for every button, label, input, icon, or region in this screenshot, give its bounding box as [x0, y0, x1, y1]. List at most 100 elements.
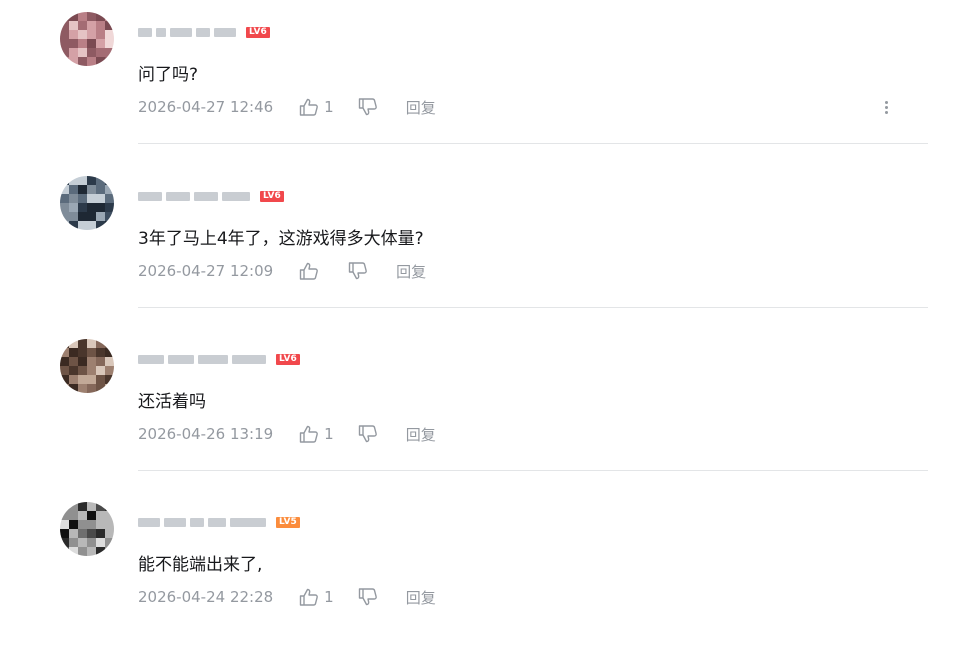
avatar-pixel — [60, 39, 69, 48]
avatar-pixel — [105, 357, 114, 366]
avatar-pixel — [105, 511, 114, 520]
avatar-pixel — [69, 511, 78, 520]
avatar-pixel — [78, 185, 87, 194]
avatar-pixel — [69, 538, 78, 547]
comment-meta: 2026-04-27 12:46 1 回复 — [138, 96, 436, 118]
avatar-pixel — [105, 21, 114, 30]
avatar-pixel — [87, 538, 96, 547]
avatar[interactable] — [60, 176, 114, 230]
avatar-pixel — [96, 529, 105, 538]
avatar-pixel — [60, 203, 69, 212]
avatar-pixel — [87, 176, 96, 185]
avatar-pixel — [60, 538, 69, 547]
thumbs-down-icon — [358, 98, 377, 116]
avatar-pixel — [96, 384, 105, 393]
comment-text: 能不能端出来了, — [138, 555, 263, 575]
avatar[interactable] — [60, 502, 114, 556]
comment-item: LV6 还活着吗 2026-04-26 13:19 1 回复 — [0, 327, 960, 487]
like-button[interactable]: 1 — [299, 98, 334, 116]
comment-text: 还活着吗 — [138, 392, 206, 412]
avatar-pixel — [60, 357, 69, 366]
avatar-pixel — [96, 375, 105, 384]
avatar-pixel — [105, 57, 114, 66]
avatar-pixel — [69, 529, 78, 538]
avatar-pixel — [96, 348, 105, 357]
avatar-pixel — [105, 348, 114, 357]
username-blurred — [164, 517, 186, 527]
avatar-pixel — [105, 529, 114, 538]
thumbs-up-icon — [299, 262, 319, 280]
dislike-button[interactable] — [348, 262, 368, 280]
avatar-pixel — [69, 203, 78, 212]
avatar-pixel — [87, 547, 96, 556]
avatar-pixel — [78, 57, 87, 66]
avatar-pixel — [78, 502, 87, 511]
avatar-pixel — [105, 502, 114, 511]
avatar-pixel — [105, 194, 114, 203]
avatar-pixel — [87, 212, 96, 221]
more-options-button[interactable] — [876, 96, 896, 118]
avatar-pixel — [87, 39, 96, 48]
avatar-pixel — [69, 39, 78, 48]
avatar-pixel — [69, 48, 78, 57]
avatar[interactable] — [60, 339, 114, 393]
username-blurred — [138, 27, 152, 37]
username[interactable]: LV6 — [138, 190, 284, 202]
avatar-pixel — [87, 384, 96, 393]
avatar-pixel — [96, 339, 105, 348]
avatar-pixel — [105, 520, 114, 529]
username[interactable]: LV6 — [138, 353, 300, 365]
thumbs-up-icon — [299, 98, 319, 116]
thumbs-down-icon — [348, 262, 368, 280]
avatar-pixel — [87, 203, 96, 212]
avatar-pixel — [78, 39, 87, 48]
avatar-pixel — [105, 48, 114, 57]
avatar-pixel — [60, 520, 69, 529]
avatar-pixel — [96, 203, 105, 212]
thumbs-up-icon — [299, 588, 319, 606]
username[interactable]: LV5 — [138, 516, 300, 528]
avatar-pixel — [69, 502, 78, 511]
avatar-pixel — [87, 30, 96, 39]
avatar-pixel — [78, 529, 87, 538]
avatar-pixel — [78, 194, 87, 203]
username-blurred — [170, 27, 192, 37]
avatar[interactable] — [60, 12, 114, 66]
avatar-pixel — [87, 21, 96, 30]
like-button[interactable]: 1 — [299, 425, 334, 443]
avatar-pixel — [105, 339, 114, 348]
avatar-pixel — [69, 30, 78, 39]
avatar-pixel — [105, 212, 114, 221]
dislike-button[interactable] — [358, 98, 378, 116]
avatar-pixel — [60, 57, 69, 66]
dislike-button[interactable] — [358, 588, 378, 606]
username-blurred — [166, 191, 190, 201]
avatar-pixel — [78, 520, 87, 529]
comment-timestamp: 2026-04-26 13:19 — [138, 425, 274, 443]
reply-button[interactable]: 回复 — [406, 97, 436, 118]
username-blurred — [196, 27, 210, 37]
avatar-pixel — [60, 185, 69, 194]
avatar-pixel — [60, 547, 69, 556]
avatar-pixel — [69, 185, 78, 194]
reply-button[interactable]: 回复 — [406, 424, 436, 445]
avatar-pixel — [96, 357, 105, 366]
username-blurred — [156, 27, 166, 37]
username[interactable]: LV6 — [138, 26, 270, 38]
dislike-button[interactable] — [358, 425, 378, 443]
avatar-pixel — [78, 12, 87, 21]
avatar-pixel — [60, 176, 69, 185]
comment-meta: 2026-04-27 12:09 回复 — [138, 260, 426, 282]
reply-button[interactable]: 回复 — [406, 587, 436, 608]
like-count: 1 — [324, 588, 334, 606]
avatar-pixel — [78, 339, 87, 348]
avatar-pixel — [96, 547, 105, 556]
avatar-pixel — [60, 511, 69, 520]
like-button[interactable] — [299, 262, 324, 280]
like-button[interactable]: 1 — [299, 588, 334, 606]
avatar-pixel — [60, 348, 69, 357]
avatar-pixel — [78, 538, 87, 547]
reply-button[interactable]: 回复 — [396, 261, 426, 282]
avatar-pixel — [87, 366, 96, 375]
avatar-pixel — [96, 185, 105, 194]
